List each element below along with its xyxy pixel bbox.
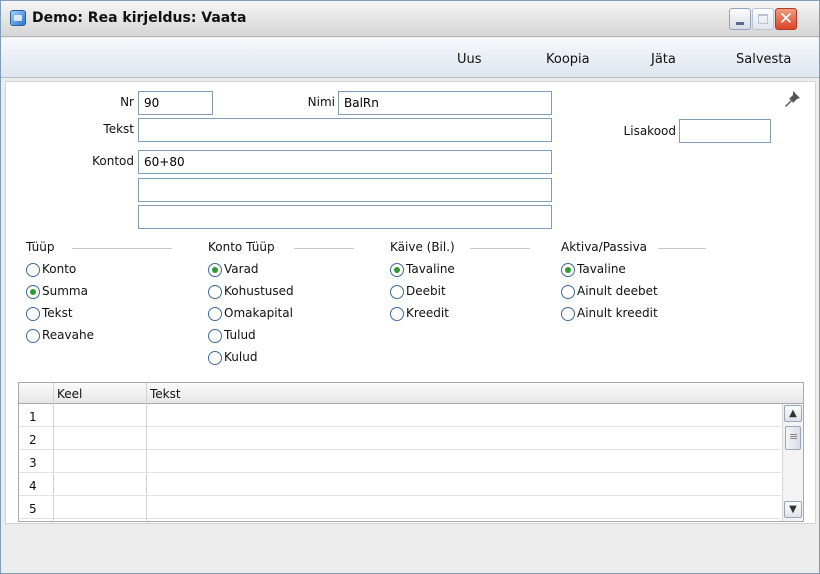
account-type-group-title: Konto Tüüp	[208, 240, 275, 254]
skip-button[interactable]: Jäta	[651, 52, 676, 67]
save-button[interactable]: Salvesta	[736, 52, 791, 67]
type-group-title: Tüüp	[26, 240, 55, 254]
language-text-grid: Keel Tekst 1 2 3 4 5 ▲ ▼	[18, 382, 804, 523]
turnover-group-title: Käive (Bil.)	[390, 240, 455, 254]
nr-label: Nr	[120, 95, 134, 109]
type-option-tekst[interactable]: Tekst	[26, 306, 176, 324]
close-icon: ✕	[778, 9, 794, 29]
text-label: Tekst	[103, 122, 134, 136]
row-number: 2	[29, 433, 37, 447]
title-bar[interactable]: Demo: Rea kirjeldus: Vaata ✕	[1, 1, 819, 37]
scroll-down-button[interactable]: ▼	[784, 501, 802, 518]
grid-scrollbar[interactable]: ▲ ▼	[782, 404, 803, 521]
radio-icon	[26, 263, 40, 277]
scroll-up-button[interactable]: ▲	[784, 405, 802, 422]
maximize-icon	[758, 14, 768, 24]
addcode-field[interactable]	[679, 119, 771, 143]
new-button[interactable]: Uus	[457, 52, 482, 67]
assets-liabilities-option-debit-only[interactable]: Ainult deebet	[561, 284, 711, 302]
grid-header-text: Tekst	[150, 387, 181, 401]
type-option-summa[interactable]: Summa	[26, 284, 176, 302]
form-panel: Nr 90 Nimi BalRn Tekst Lisakood Kontod 6…	[5, 81, 816, 524]
account-type-option-kulud[interactable]: Kulud	[208, 350, 358, 368]
account-type-option-varad[interactable]: Varad	[208, 262, 358, 280]
nr-field[interactable]: 90	[138, 91, 213, 115]
table-row[interactable]: 1	[19, 405, 781, 427]
maximize-button[interactable]	[752, 8, 774, 30]
record-window: Demo: Rea kirjeldus: Vaata ✕ Uus Koopia …	[0, 0, 820, 574]
pin-icon[interactable]	[783, 90, 801, 108]
radio-selected-icon	[208, 263, 222, 277]
accounts-field-1[interactable]: 60+80	[138, 150, 552, 174]
account-type-option-tulud[interactable]: Tulud	[208, 328, 358, 346]
grid-header: Keel Tekst	[19, 383, 803, 404]
radio-icon	[208, 307, 222, 321]
radio-icon	[208, 351, 222, 365]
name-field[interactable]: BalRn	[338, 91, 552, 115]
toolbar: Uus Koopia Jäta Salvesta	[1, 38, 819, 78]
grid-header-lang: Keel	[57, 387, 83, 401]
row-number: 5	[29, 502, 37, 516]
table-row[interactable]: 3	[19, 451, 781, 473]
radio-icon	[208, 285, 222, 299]
radio-icon	[561, 307, 575, 321]
accounts-field-2[interactable]	[138, 178, 552, 202]
turnover-option-deebit[interactable]: Deebit	[390, 284, 540, 302]
table-row[interactable]: 5	[19, 497, 781, 519]
window-title: Demo: Rea kirjeldus: Vaata	[32, 10, 247, 26]
turnover-group-divider	[470, 248, 530, 249]
type-option-reavahe[interactable]: Reavahe	[26, 328, 176, 346]
minimize-icon	[736, 22, 744, 25]
radio-icon	[208, 329, 222, 343]
table-row[interactable]: 2	[19, 428, 781, 450]
assets-liabilities-option-credit-only[interactable]: Ainult kreedit	[561, 306, 711, 324]
app-icon	[10, 10, 26, 26]
account-type-group-divider	[294, 248, 354, 249]
scroll-thumb[interactable]	[785, 426, 801, 450]
radio-icon	[26, 329, 40, 343]
name-label: Nimi	[307, 95, 335, 109]
radio-selected-icon	[390, 263, 404, 277]
radio-icon	[561, 285, 575, 299]
account-type-option-kohustused[interactable]: Kohustused	[208, 284, 358, 302]
radio-selected-icon	[561, 263, 575, 277]
assets-liabilities-option-tavaline[interactable]: Tavaline	[561, 262, 711, 280]
copy-button[interactable]: Koopia	[546, 52, 590, 67]
type-option-konto[interactable]: Konto	[26, 262, 176, 280]
radio-selected-icon	[26, 285, 40, 299]
turnover-option-kreedit[interactable]: Kreedit	[390, 306, 540, 324]
radio-icon	[390, 307, 404, 321]
accounts-label: Kontod	[92, 154, 134, 168]
assets-liabilities-group-divider	[658, 248, 706, 249]
addcode-label: Lisakood	[623, 124, 676, 138]
accounts-field-3[interactable]	[138, 205, 552, 229]
turnover-option-tavaline[interactable]: Tavaline	[390, 262, 540, 280]
type-group-divider	[72, 248, 172, 249]
radio-icon	[26, 307, 40, 321]
assets-liabilities-group-title: Aktiva/Passiva	[561, 240, 648, 254]
table-row[interactable]: 4	[19, 474, 781, 496]
text-field[interactable]	[138, 118, 552, 142]
row-number: 3	[29, 456, 37, 470]
close-button[interactable]: ✕	[775, 8, 797, 30]
radio-icon	[390, 285, 404, 299]
account-type-option-omakapital[interactable]: Omakapital	[208, 306, 358, 324]
row-number: 1	[29, 410, 37, 424]
minimize-button[interactable]	[729, 8, 751, 30]
row-number: 4	[29, 479, 37, 493]
